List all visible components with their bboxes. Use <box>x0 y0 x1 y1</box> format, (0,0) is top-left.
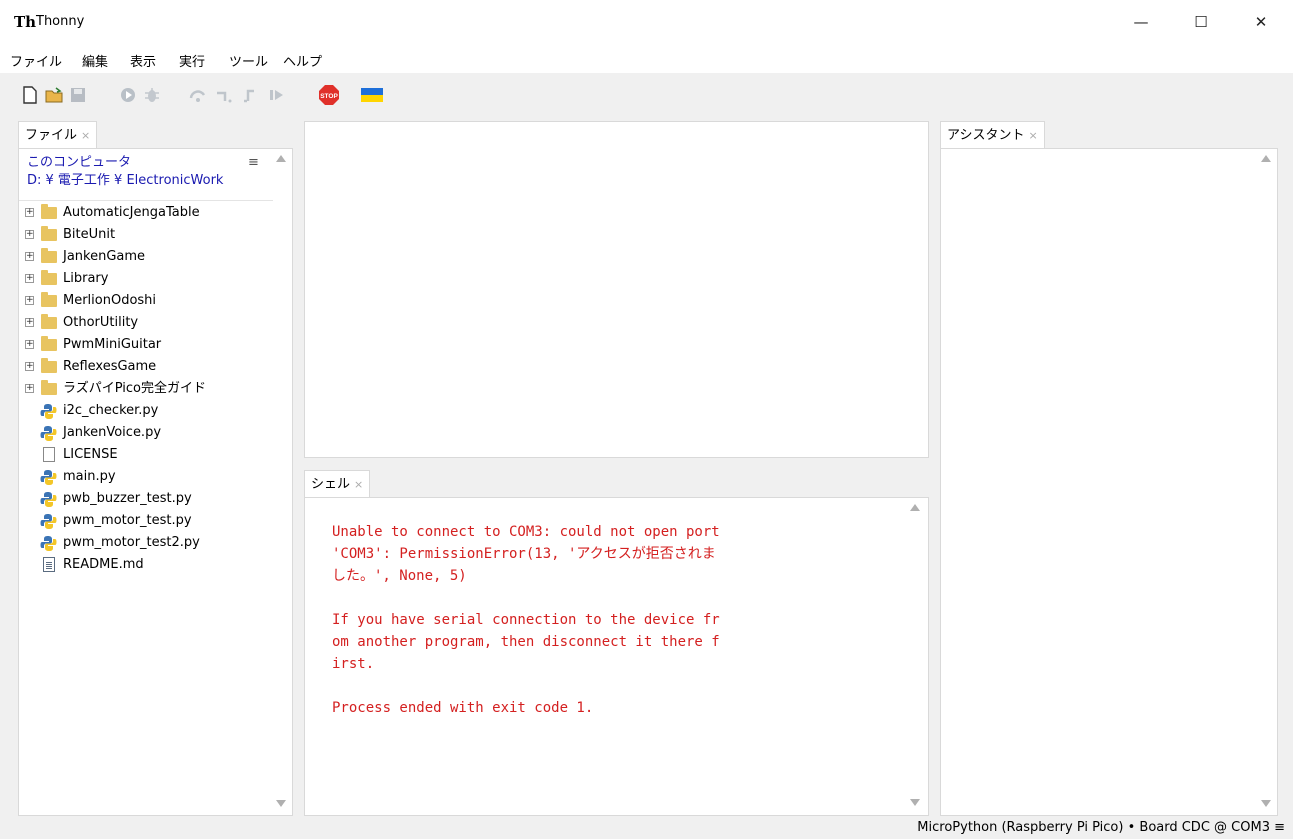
tree-item-label: JankenGame <box>63 249 146 264</box>
tree-item-label: LICENSE <box>63 447 118 462</box>
scroll-down-arrow-icon[interactable] <box>910 799 920 806</box>
file-icon <box>43 447 55 462</box>
python-file-icon <box>40 492 57 507</box>
scroll-up-arrow-icon[interactable] <box>276 155 286 162</box>
tab-files-label: ファイル <box>25 128 78 143</box>
python-file-icon <box>40 470 57 485</box>
tree-item-label: Library <box>63 271 109 286</box>
debug-icon[interactable] <box>142 85 162 105</box>
minimize-button[interactable]: — <box>1118 0 1164 44</box>
resume-icon[interactable] <box>266 85 286 105</box>
tab-files[interactable]: ファイル × <box>18 121 98 148</box>
tree-item-label: JankenVoice.py <box>63 425 162 440</box>
title-bar: Th Thonny — ☐ ✕ <box>0 0 1293 45</box>
close-icon[interactable]: × <box>81 129 90 142</box>
run-icon[interactable] <box>118 85 138 105</box>
tree-item-label: pwb_buzzer_test.py <box>63 491 192 506</box>
expand-icon[interactable]: + <box>25 296 34 305</box>
folder-icon <box>41 380 57 395</box>
expand-icon[interactable]: + <box>25 252 34 261</box>
file-tree: + AutomaticJengaTable + BiteUnit + JankenGame… <box>19 202 273 602</box>
assistant-pane <box>940 148 1278 816</box>
menu-view[interactable]: 表示 <box>130 51 156 70</box>
svg-text:STOP: STOP <box>320 93 338 100</box>
tree-item-label: BiteUnit <box>63 227 116 242</box>
window-title: Thonny <box>36 14 85 29</box>
expand-icon[interactable]: + <box>25 340 34 349</box>
python-file-icon <box>40 426 57 441</box>
close-icon[interactable]: × <box>1028 129 1037 142</box>
status-bar: MicroPython (Raspberry Pi Pico) • Board … <box>0 818 1293 839</box>
open-file-icon[interactable] <box>44 85 64 105</box>
menu-help[interactable]: ヘルプ <box>283 51 322 70</box>
menu-bar: ファイル 編集 表示 実行 ツール ヘルプ <box>0 44 1293 73</box>
menu-edit[interactable]: 編集 <box>82 51 108 70</box>
python-file-icon <box>40 514 57 529</box>
folder-icon <box>41 314 57 329</box>
location-path[interactable]: D: ¥ 電子工作 ¥ ElectronicWork <box>27 172 223 190</box>
tree-item-label: MerlionOdoshi <box>63 293 157 308</box>
close-window-button[interactable]: ✕ <box>1238 0 1284 44</box>
toolbar: STOP <box>0 73 1293 117</box>
tree-item-label: PwmMiniGuitar <box>63 337 162 352</box>
folder-icon <box>41 226 57 241</box>
step-into-icon[interactable] <box>214 85 234 105</box>
step-over-icon[interactable] <box>188 85 208 105</box>
menu-tools[interactable]: ツール <box>229 51 268 70</box>
menu-run[interactable]: 実行 <box>179 51 205 70</box>
interpreter-status[interactable]: MicroPython (Raspberry Pi Pico) • Board … <box>917 820 1285 835</box>
scroll-down-arrow-icon[interactable] <box>276 800 286 807</box>
location-title[interactable]: このコンピュータ <box>27 154 131 172</box>
maximize-button[interactable]: ☐ <box>1178 0 1224 44</box>
expand-icon[interactable]: + <box>25 208 34 217</box>
editor-pane[interactable] <box>304 121 929 458</box>
tab-assistant[interactable]: アシスタント × <box>940 121 1045 148</box>
expand-icon[interactable]: + <box>25 362 34 371</box>
files-pane: このコンピュータ D: ¥ 電子工作 ¥ ElectronicWork ≡ + A… <box>18 148 293 816</box>
tab-assistant-label: アシスタント <box>947 128 1025 143</box>
scroll-up-arrow-icon[interactable] <box>910 504 920 511</box>
folder-icon <box>41 292 57 307</box>
expand-icon[interactable]: + <box>25 230 34 239</box>
folder-icon <box>41 358 57 373</box>
tree-item-label: pwm_motor_test.py <box>63 513 192 528</box>
folder-icon <box>41 270 57 285</box>
folder-icon <box>41 248 57 263</box>
shell-output[interactable]: Unable to connect to COM3: could not ope… <box>332 521 892 719</box>
folder-icon <box>41 336 57 351</box>
tree-item-label: ラズパイPico完全ガイド <box>63 381 207 396</box>
python-file-icon <box>40 536 57 551</box>
close-icon[interactable]: × <box>354 478 363 491</box>
tree-item-label: ReflexesGame <box>63 359 157 374</box>
expand-icon[interactable]: + <box>25 384 34 393</box>
markdown-file-icon <box>43 557 55 572</box>
expand-icon[interactable]: + <box>25 318 34 327</box>
scroll-up-arrow-icon[interactable] <box>1261 155 1271 162</box>
folder-icon <box>41 204 57 219</box>
new-file-icon[interactable] <box>20 85 40 105</box>
ukraine-flag-icon[interactable] <box>360 85 384 105</box>
files-menu-icon[interactable]: ≡ <box>248 155 259 170</box>
tree-item-label: AutomaticJengaTable <box>63 205 200 220</box>
divider <box>19 200 273 201</box>
thonny-logo-icon: Th <box>14 13 37 31</box>
python-file-icon <box>40 404 57 419</box>
tab-shell-label: シェル <box>311 477 351 492</box>
step-out-icon[interactable] <box>240 85 260 105</box>
menu-file[interactable]: ファイル <box>10 51 62 70</box>
tab-shell[interactable]: シェル × <box>304 470 371 497</box>
save-icon[interactable] <box>68 85 88 105</box>
tree-item-label: pwm_motor_test2.py <box>63 535 200 550</box>
stop-icon[interactable]: STOP <box>318 84 340 106</box>
scroll-down-arrow-icon[interactable] <box>1261 800 1271 807</box>
shell-pane[interactable]: Unable to connect to COM3: could not ope… <box>304 497 929 816</box>
tree-item-label: README.md <box>63 557 144 572</box>
tree-item-label: i2c_checker.py <box>63 403 159 418</box>
expand-icon[interactable]: + <box>25 274 34 283</box>
tree-item-label: OthorUtility <box>63 315 139 330</box>
tree-item-label: main.py <box>63 469 116 484</box>
